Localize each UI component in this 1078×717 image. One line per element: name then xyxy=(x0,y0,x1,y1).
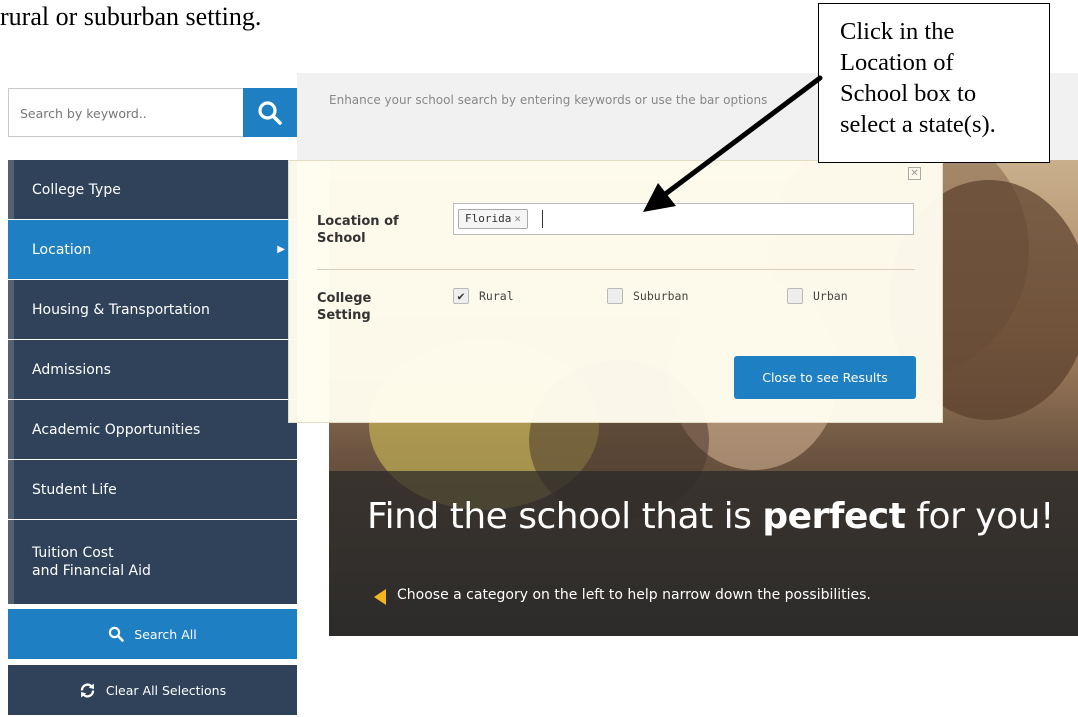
rural-option[interactable]: ✔ Rural xyxy=(453,288,514,304)
suburban-checkbox[interactable] xyxy=(607,288,623,304)
close-to-see-results-button[interactable]: Close to see Results xyxy=(734,356,916,399)
sidebar-item-college-type[interactable]: College Type xyxy=(8,160,297,219)
search-icon xyxy=(258,100,282,125)
location-of-school-input[interactable]: Florida ✕ xyxy=(453,203,914,235)
close-icon[interactable]: ✕ xyxy=(908,167,921,180)
sidebar-item-housing[interactable]: Housing & Transportation xyxy=(8,280,297,339)
rural-checkbox[interactable]: ✔ xyxy=(453,288,469,304)
text-cursor xyxy=(542,210,543,228)
refresh-icon xyxy=(80,682,95,698)
caret-right-icon: ▶ xyxy=(277,244,285,255)
urban-checkbox[interactable] xyxy=(787,288,803,304)
sidebar-item-academic[interactable]: Academic Opportunities xyxy=(8,400,297,459)
sidebar-item-admissions[interactable]: Admissions xyxy=(8,340,297,399)
sidebar: College Type Location ▶ Housing & Transpo… xyxy=(8,160,297,717)
document-caption: rural or suburban setting. xyxy=(0,2,262,31)
location-filter-panel: ✕ Location of School Florida ✕ College Se… xyxy=(288,160,943,423)
suburban-option[interactable]: Suburban xyxy=(607,288,688,304)
college-setting-label: College Setting xyxy=(317,291,372,323)
instruction-callout: Click in the Location of School box to s… xyxy=(818,3,1050,163)
urban-option[interactable]: Urban xyxy=(787,288,848,304)
triangle-left-icon xyxy=(374,589,386,605)
sidebar-item-student-life[interactable]: Student Life xyxy=(8,460,297,519)
selected-state-tag[interactable]: Florida ✕ xyxy=(458,209,528,229)
remove-tag-icon[interactable]: ✕ xyxy=(514,212,521,225)
hero-subtitle: Choose a category on the left to help na… xyxy=(397,587,871,603)
search-hint: Enhance your school search by entering k… xyxy=(329,93,768,107)
search-button[interactable] xyxy=(243,88,297,137)
sidebar-item-location[interactable]: Location ▶ xyxy=(8,220,297,279)
hero-title: Find the school that is perfect for you! xyxy=(367,496,1054,537)
divider xyxy=(317,269,915,270)
check-icon: ✔ xyxy=(457,289,465,303)
search-all-button[interactable]: Search All xyxy=(8,609,297,659)
clear-all-button[interactable]: Clear All Selections xyxy=(8,665,297,715)
search-icon xyxy=(109,626,125,642)
sidebar-item-tuition[interactable]: Tuition Cost and Financial Aid xyxy=(8,520,297,604)
search-input[interactable]: Search by keyword.. xyxy=(8,88,243,137)
location-label: Location of School xyxy=(317,214,399,246)
